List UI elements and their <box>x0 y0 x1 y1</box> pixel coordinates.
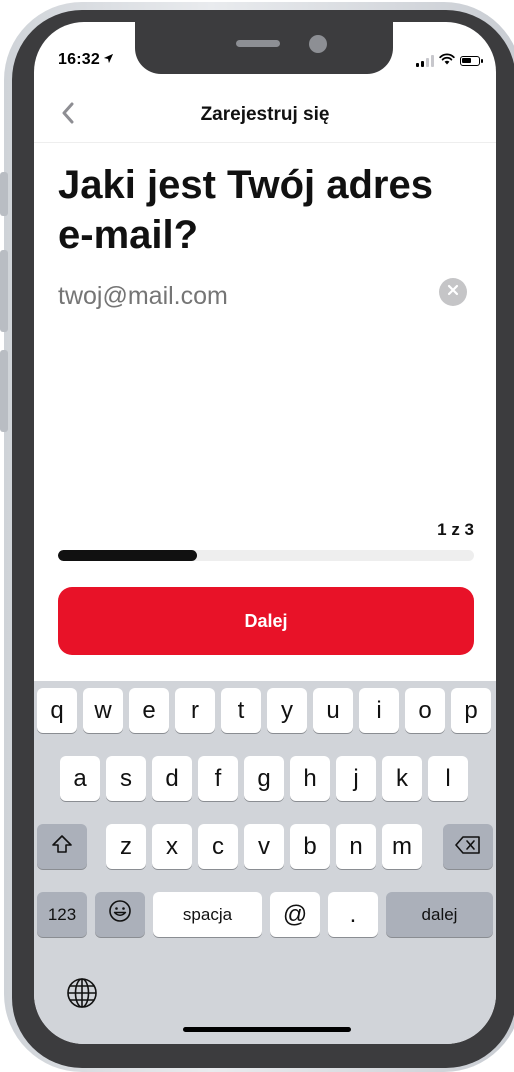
key-w[interactable]: w <box>83 688 123 733</box>
key-y[interactable]: y <box>267 688 307 733</box>
key-q[interactable]: q <box>37 688 77 733</box>
at-sign-key[interactable]: @ <box>270 892 320 937</box>
page-title: Zarejestruj się <box>200 104 330 125</box>
key-u[interactable]: u <box>313 688 353 733</box>
shift-key[interactable] <box>37 824 87 869</box>
home-indicator <box>183 1027 351 1032</box>
progress-bar <box>58 550 474 561</box>
key-z[interactable]: z <box>106 824 146 869</box>
shift-arrow-icon <box>51 833 73 861</box>
notch <box>135 22 393 74</box>
globe-icon[interactable] <box>66 977 98 1009</box>
key-h[interactable]: h <box>290 756 330 801</box>
key-p[interactable]: p <box>451 688 491 733</box>
clear-x-icon <box>447 283 459 301</box>
emoji-face-icon <box>108 899 132 930</box>
email-field[interactable] <box>58 278 418 314</box>
side-button-volume-down <box>0 350 8 432</box>
screen: 16:32 Zarejestruj się Jaki jest Twój adr… <box>34 22 496 1044</box>
key-r[interactable]: r <box>175 688 215 733</box>
front-camera <box>309 35 327 53</box>
key-t[interactable]: t <box>221 688 261 733</box>
status-time: 16:32 <box>58 51 114 69</box>
key-j[interactable]: j <box>336 756 376 801</box>
cellular-signal-icon <box>416 55 434 67</box>
key-n[interactable]: n <box>336 824 376 869</box>
step-counter: 1 z 3 <box>437 520 474 539</box>
key-x[interactable]: x <box>152 824 192 869</box>
email-question-heading: Jaki jest Twój adres e-mail? <box>58 163 433 257</box>
key-a[interactable]: a <box>60 756 100 801</box>
key-c[interactable]: c <box>198 824 238 869</box>
key-l[interactable]: l <box>428 756 468 801</box>
speaker-grille <box>236 40 280 47</box>
navigation-bar: Zarejestruj się <box>34 96 496 143</box>
return-key[interactable]: dalej <box>386 892 493 937</box>
key-o[interactable]: o <box>405 688 445 733</box>
emoji-key[interactable] <box>95 892 145 937</box>
next-button[interactable]: Dalej <box>58 587 474 655</box>
battery-icon <box>460 56 483 66</box>
delete-key[interactable] <box>443 824 493 869</box>
clear-input-button[interactable] <box>439 278 467 306</box>
key-d[interactable]: d <box>152 756 192 801</box>
key-v[interactable]: v <box>244 824 284 869</box>
key-e[interactable]: e <box>129 688 169 733</box>
space-key[interactable]: spacja <box>153 892 262 937</box>
side-button-volume-up <box>0 250 8 332</box>
key-m[interactable]: m <box>382 824 422 869</box>
dot-key[interactable]: . <box>328 892 378 937</box>
wifi-icon <box>439 52 455 70</box>
key-s[interactable]: s <box>106 756 146 801</box>
side-button-silent <box>0 172 8 216</box>
key-f[interactable]: f <box>198 756 238 801</box>
location-arrow-icon <box>103 51 114 69</box>
progress-fill <box>58 550 197 561</box>
key-i[interactable]: i <box>359 688 399 733</box>
status-indicators <box>416 52 483 70</box>
numbers-key[interactable]: 123 <box>37 892 87 937</box>
backspace-icon <box>455 833 481 861</box>
key-b[interactable]: b <box>290 824 330 869</box>
key-k[interactable]: k <box>382 756 422 801</box>
on-screen-keyboard: qwertyuiop asdfghjkl zxcvbnm 123 spacja … <box>34 681 496 1044</box>
key-g[interactable]: g <box>244 756 284 801</box>
